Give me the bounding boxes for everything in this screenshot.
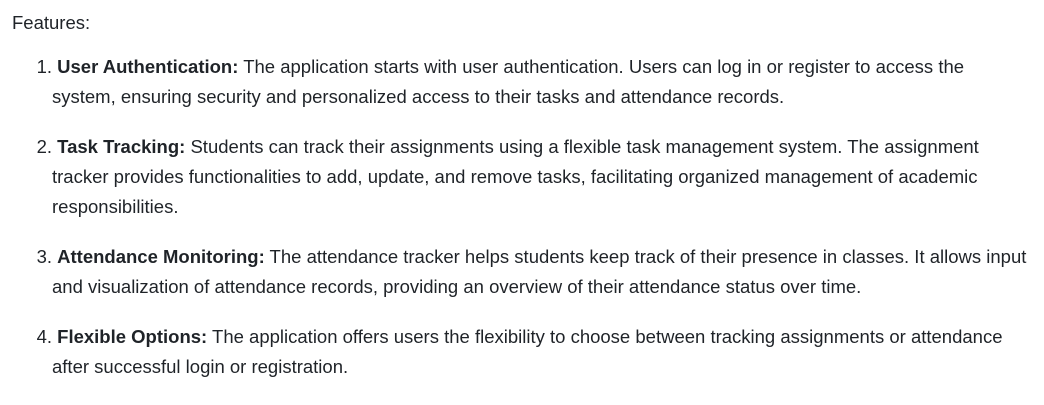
feature-item-user-authentication: 1. User Authentication: The application … [12,52,1032,112]
list-number: 3. [36,246,52,267]
document: Features: 1. User Authentication: The ap… [0,0,1044,382]
feature-title: User Authentication: [57,56,239,77]
feature-body: Attendance Monitoring: The attendance tr… [52,242,1032,302]
feature-title: Flexible Options: [57,326,208,347]
feature-item-flexible-options: 4. Flexible Options: The application off… [12,322,1032,382]
feature-body: Flexible Options: The application offers… [52,322,1032,382]
feature-title: Attendance Monitoring: [57,246,265,267]
features-heading: Features: [12,12,91,33]
feature-text: Students can track their assignments usi… [52,136,979,217]
feature-body: User Authentication: The application sta… [52,52,1032,112]
list-number: 1. [36,56,52,77]
feature-body: Task Tracking: Students can track their … [52,132,1032,222]
list-number: 4. [36,326,52,347]
list-number: 2. [36,136,52,157]
features-list: 1. User Authentication: The application … [12,52,1032,382]
feature-item-task-tracking: 2. Task Tracking: Students can track the… [12,132,1032,222]
feature-item-attendance-monitoring: 3. Attendance Monitoring: The attendance… [12,242,1032,302]
feature-title: Task Tracking: [57,136,186,157]
